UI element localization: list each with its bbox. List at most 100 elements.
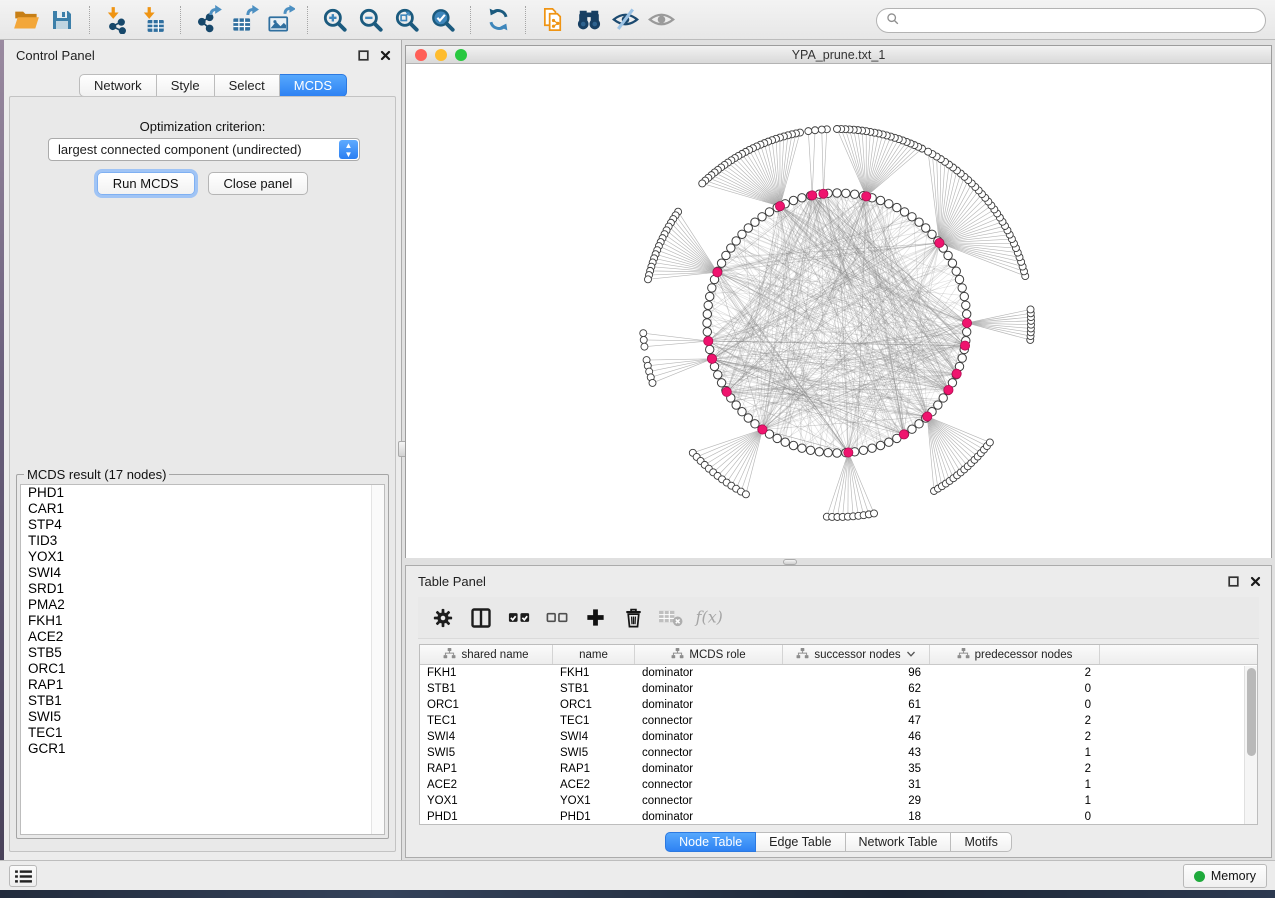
table-cell: 18	[783, 809, 930, 825]
tab-node-table[interactable]: Node Table	[665, 832, 756, 852]
mcds-result-list[interactable]: PHD1CAR1STP4TID3YOX1SWI4SRD1PMA2FKH1ACE2…	[20, 484, 385, 835]
mcds-result-item[interactable]: TEC1	[21, 725, 384, 741]
tab-select[interactable]: Select	[215, 74, 280, 97]
deselect-all-icon[interactable]	[542, 603, 572, 633]
import-table-icon[interactable]	[135, 4, 171, 36]
run-mcds-button[interactable]: Run MCDS	[97, 172, 195, 195]
network-canvas[interactable]	[406, 65, 1271, 558]
zoom-out-icon[interactable]	[353, 4, 389, 36]
table-row[interactable]: PHD1PHD1dominator180	[420, 809, 1257, 825]
zoom-fit-icon[interactable]	[389, 4, 425, 36]
function-builder-icon: f(x)	[694, 603, 724, 633]
table-scrollbar[interactable]	[1244, 666, 1257, 824]
save-session-icon[interactable]	[44, 4, 80, 36]
mcds-result-item[interactable]: ACE2	[21, 629, 384, 645]
column-label: name	[579, 649, 608, 661]
tab-style[interactable]: Style	[157, 74, 215, 97]
memory-button[interactable]: Memory	[1183, 864, 1267, 888]
table-cell: dominator	[635, 809, 783, 825]
mcds-list-scrollbar[interactable]	[371, 485, 384, 834]
zoom-in-icon[interactable]	[317, 4, 353, 36]
zoom-selected-icon[interactable]	[425, 4, 461, 36]
task-history-button[interactable]	[9, 865, 37, 887]
open-file-icon[interactable]	[8, 4, 44, 36]
gear-icon[interactable]	[428, 603, 458, 633]
close-panel-icon[interactable]	[1250, 575, 1261, 590]
minimize-window-icon[interactable]	[435, 49, 447, 61]
tab-edge-table[interactable]: Edge Table	[756, 832, 845, 852]
tab-mcds[interactable]: MCDS	[280, 74, 347, 97]
mcds-result-title: MCDS result (17 nodes)	[24, 467, 169, 482]
close-window-icon[interactable]	[415, 49, 427, 61]
mcds-result-item[interactable]: PHD1	[21, 485, 384, 501]
toolbar-separator	[89, 6, 90, 34]
mcds-result-item[interactable]: SWI4	[21, 565, 384, 581]
network-window-titlebar[interactable]: YPA_prune.txt_1	[406, 46, 1271, 64]
select-all-icon[interactable]	[504, 603, 534, 633]
table-row[interactable]: TEC1TEC1connector472	[420, 713, 1257, 729]
mcds-result-item[interactable]: GCR1	[21, 741, 384, 757]
table-row[interactable]: SWI4SWI4dominator462	[420, 729, 1257, 745]
search-box[interactable]	[876, 8, 1266, 33]
hide-selected-icon[interactable]	[607, 4, 643, 36]
import-network-icon[interactable]	[99, 4, 135, 36]
export-network-icon[interactable]	[190, 4, 226, 36]
refresh-icon[interactable]	[480, 4, 516, 36]
clone-network-icon[interactable]	[535, 4, 571, 36]
float-panel-icon[interactable]	[358, 49, 369, 64]
table-panel-header: Table Panel	[406, 566, 1271, 594]
table-row[interactable]: STB1STB1dominator620	[420, 681, 1257, 697]
tab-network-table[interactable]: Network Table	[846, 832, 952, 852]
column-header-predecessor-nodes[interactable]: predecessor nodes	[930, 645, 1100, 664]
table-row[interactable]: ACE2ACE2connector311	[420, 777, 1257, 793]
table-cell: 35	[783, 761, 930, 777]
table-row[interactable]: SWI5SWI5connector431	[420, 745, 1257, 761]
search-input[interactable]	[906, 13, 1256, 28]
mcds-result-item[interactable]: TID3	[21, 533, 384, 549]
column-header-shared-name[interactable]: shared name	[420, 645, 553, 664]
table-cell: SWI5	[420, 745, 553, 761]
find-icon[interactable]	[571, 4, 607, 36]
split-view-icon[interactable]	[466, 603, 496, 633]
column-label: shared name	[461, 649, 528, 661]
mcds-result-item[interactable]: SRD1	[21, 581, 384, 597]
column-header-name[interactable]: name	[553, 645, 635, 664]
sitemap-icon	[957, 648, 970, 662]
zoom-window-icon[interactable]	[455, 49, 467, 61]
mcds-result-item[interactable]: PMA2	[21, 597, 384, 613]
table-row[interactable]: YOX1YOX1connector291	[420, 793, 1257, 809]
mcds-result-item[interactable]: STB1	[21, 693, 384, 709]
add-column-icon[interactable]	[580, 603, 610, 633]
float-panel-icon[interactable]	[1228, 575, 1239, 590]
column-header-MCDS-role[interactable]: MCDS role	[635, 645, 783, 664]
mcds-result-item[interactable]: CAR1	[21, 501, 384, 517]
toolbar-separator	[307, 6, 308, 34]
mcds-result-item[interactable]: STP4	[21, 517, 384, 533]
table-cell: dominator	[635, 761, 783, 777]
mcds-result-item[interactable]: RAP1	[21, 677, 384, 693]
optimization-criterion-label: Optimization criterion:	[10, 119, 395, 134]
mcds-result-item[interactable]: ORC1	[21, 661, 384, 677]
close-panel-icon[interactable]	[380, 49, 391, 64]
export-image-icon[interactable]	[262, 4, 298, 36]
mcds-tab-content: Optimization criterion: largest connecte…	[9, 96, 396, 852]
mcds-result-item[interactable]: STB5	[21, 645, 384, 661]
table-cell: RAP1	[553, 761, 635, 777]
mcds-result-item[interactable]: FKH1	[21, 613, 384, 629]
table-row[interactable]: FKH1FKH1dominator962	[420, 665, 1257, 681]
table-row[interactable]: ORC1ORC1dominator610	[420, 697, 1257, 713]
mcds-result-item[interactable]: YOX1	[21, 549, 384, 565]
mcds-result-item[interactable]: SWI5	[21, 709, 384, 725]
table-row[interactable]: RAP1RAP1dominator352	[420, 761, 1257, 777]
column-header-successor-nodes[interactable]: successor nodes	[783, 645, 930, 664]
close-panel-button[interactable]: Close panel	[208, 172, 309, 195]
tab-network[interactable]: Network	[79, 74, 157, 97]
show-all-icon[interactable]	[643, 4, 679, 36]
tab-motifs[interactable]: Motifs	[951, 832, 1011, 852]
criterion-select[interactable]: largest connected component (undirected)…	[48, 138, 360, 161]
table-scrollbar-thumb[interactable]	[1247, 668, 1256, 756]
delete-column-icon[interactable]	[618, 603, 648, 633]
delete-table-icon	[656, 603, 686, 633]
table-cell: 2	[930, 761, 1100, 777]
export-table-icon[interactable]	[226, 4, 262, 36]
